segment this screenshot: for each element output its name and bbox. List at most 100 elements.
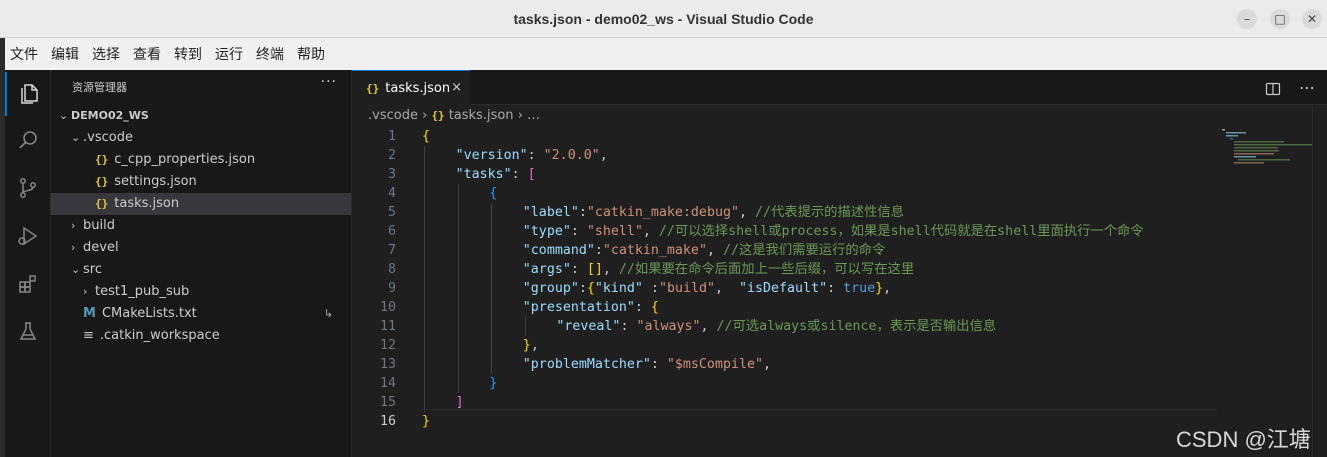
code-token: ,: [883, 281, 892, 296]
menu-view[interactable]: 查看: [133, 44, 169, 64]
line-number: 9: [387, 281, 396, 296]
tab-close-icon[interactable]: ×: [451, 80, 462, 95]
code-token: :: [511, 167, 528, 182]
code-token: //这是我们需要运行的命令: [722, 243, 886, 258]
code-token: "shell": [586, 224, 643, 239]
tree-item[interactable]: {} c_cpp_properties.json: [51, 149, 351, 171]
code-line: 10 "presentation": {: [352, 298, 1327, 317]
menu-help[interactable]: 帮助: [297, 44, 333, 64]
line-number: 7: [387, 243, 396, 258]
vertical-scrollbar[interactable]: [1312, 105, 1327, 457]
tree-item-label: test1_pub_sub: [95, 284, 190, 299]
code-token: "2.0.0": [543, 148, 600, 163]
indent-guide: [524, 317, 526, 336]
code-token: true: [843, 281, 876, 296]
code-text: "group":{"kind" :"build", "isDefault": t…: [523, 279, 891, 298]
code-token: "type": [522, 224, 571, 239]
menu-terminal[interactable]: 终端: [256, 44, 292, 64]
editor-area: {} tasks.json × ⋯ .vscode › {} tasks.json…: [352, 70, 1327, 457]
tree-item-label: DEMO02_WS: [71, 109, 149, 122]
close-window-button[interactable]: ✕: [1302, 9, 1322, 29]
menu-bar: 文件 编辑 选择 查看 转到 运行 终端 帮助: [5, 38, 1327, 70]
menu-run[interactable]: 运行: [215, 44, 251, 64]
code-token: ,: [762, 357, 771, 372]
tree-item[interactable]: M CMakeLists.txt ↳: [51, 303, 351, 325]
code-token: "tasks": [455, 167, 512, 182]
tree-item[interactable]: ≡ .catkin_workspace: [51, 325, 351, 347]
tab-tasks-json[interactable]: {} tasks.json ×: [352, 70, 470, 105]
line-number: 10: [379, 300, 396, 315]
watermark: CSDN @江塘: [1176, 427, 1311, 452]
source-control-icon: [20, 178, 36, 198]
tree-item[interactable]: › test1_pub_sub: [51, 281, 351, 303]
code-line: 8 "args": [], //如果要在命令后面加上一些后缀，可以写在这里: [352, 260, 1327, 279]
code-token: "label": [522, 205, 579, 220]
code-line: 2 "version": "2.0.0",: [352, 146, 1327, 165]
run-debug-activity[interactable]: [5, 214, 51, 258]
search-activity[interactable]: [5, 118, 51, 162]
chevron-right-icon: ›: [517, 108, 528, 123]
explorer-more-button[interactable]: ···: [321, 74, 337, 90]
menu-go[interactable]: 转到: [174, 44, 210, 64]
breadcrumb-symbol[interactable]: …: [527, 108, 540, 123]
tree-item[interactable]: ⌄ src: [51, 259, 351, 281]
line-number: 3: [387, 167, 396, 182]
activity-bar: [5, 70, 51, 457]
breadcrumb: .vscode › {} tasks.json › …: [368, 108, 540, 123]
code-token: {: [489, 186, 498, 201]
code-token: //如果要在命令后面加上一些后缀，可以写在这里: [618, 262, 915, 277]
indent-guide: [491, 203, 493, 374]
tree-item-label: build: [83, 218, 115, 233]
code-text: "label":"catkin_make:debug", //代表提示的描述性信…: [523, 203, 904, 222]
code-token: }: [522, 338, 531, 353]
maximize-button[interactable]: □: [1270, 9, 1290, 29]
line-number: 1: [387, 129, 396, 144]
tab-label: tasks.json: [385, 80, 451, 96]
line-number: 6: [387, 224, 396, 239]
menu-selection[interactable]: 选择: [92, 44, 128, 64]
code-token: ]: [455, 395, 464, 410]
more-actions-icon[interactable]: ⋯: [1299, 78, 1315, 97]
code-token: "group": [522, 281, 579, 296]
window-titlebar: tasks.json - demo02_ws - Visual Studio C…: [0, 0, 1327, 38]
explorer-activity[interactable]: [5, 72, 51, 116]
line-number: 14: [379, 376, 396, 391]
tree-item[interactable]: ⌄ DEMO02_WS: [51, 105, 351, 127]
code-line: 5 "label":"catkin_make:debug", //代表提示的描述性…: [352, 203, 1327, 222]
code-token: []: [586, 262, 603, 277]
tree-item[interactable]: › devel: [51, 237, 351, 259]
minimize-button[interactable]: –: [1237, 9, 1257, 29]
code-token: "kind": [594, 281, 643, 296]
explorer-sidebar: 资源管理器 ··· ⌄ DEMO02_WS ⌄ .vscode{} c_cpp_prop…: [51, 70, 352, 457]
tree-item[interactable]: {} settings.json: [51, 171, 351, 193]
code-token: "catkin_make": [602, 243, 707, 258]
cmake-file-icon: M: [83, 306, 96, 321]
extensions-icon: [19, 275, 36, 293]
file-icon: ≡: [83, 328, 94, 343]
json-file-icon: {}: [431, 109, 445, 122]
tree-item[interactable]: {} tasks.json: [51, 193, 351, 215]
menu-edit[interactable]: 编辑: [51, 44, 87, 64]
window-title: tasks.json - demo02_ws - Visual Studio C…: [513, 11, 814, 27]
code-token: //代表提示的描述性信息: [754, 205, 904, 220]
code-token: "problemMatcher": [522, 357, 651, 372]
code-token: "presentation": [522, 300, 635, 315]
json-file-icon: {}: [95, 197, 109, 210]
testing-activity[interactable]: [5, 310, 51, 354]
breadcrumb-folder[interactable]: .vscode: [368, 108, 418, 123]
tree-item[interactable]: › build: [51, 215, 351, 237]
menu-file[interactable]: 文件: [10, 44, 46, 64]
tree-item[interactable]: ⌄ .vscode: [51, 127, 351, 149]
code-text: "reveal": "always", //可选always或silence，表…: [556, 317, 996, 336]
tree-item-label: devel: [83, 240, 119, 255]
minimap[interactable]: [1222, 127, 1312, 167]
code-token: ,: [706, 243, 723, 258]
code-line: 14}: [352, 374, 1327, 393]
source-control-activity[interactable]: [5, 166, 51, 210]
breadcrumb-file[interactable]: tasks.json: [449, 108, 514, 123]
extensions-activity[interactable]: [5, 262, 51, 306]
code-token: "isDefault": [739, 281, 828, 296]
code-token: "args": [522, 262, 571, 277]
editor-bottom-divider: [422, 409, 1217, 410]
split-editor-icon[interactable]: [1265, 81, 1281, 97]
